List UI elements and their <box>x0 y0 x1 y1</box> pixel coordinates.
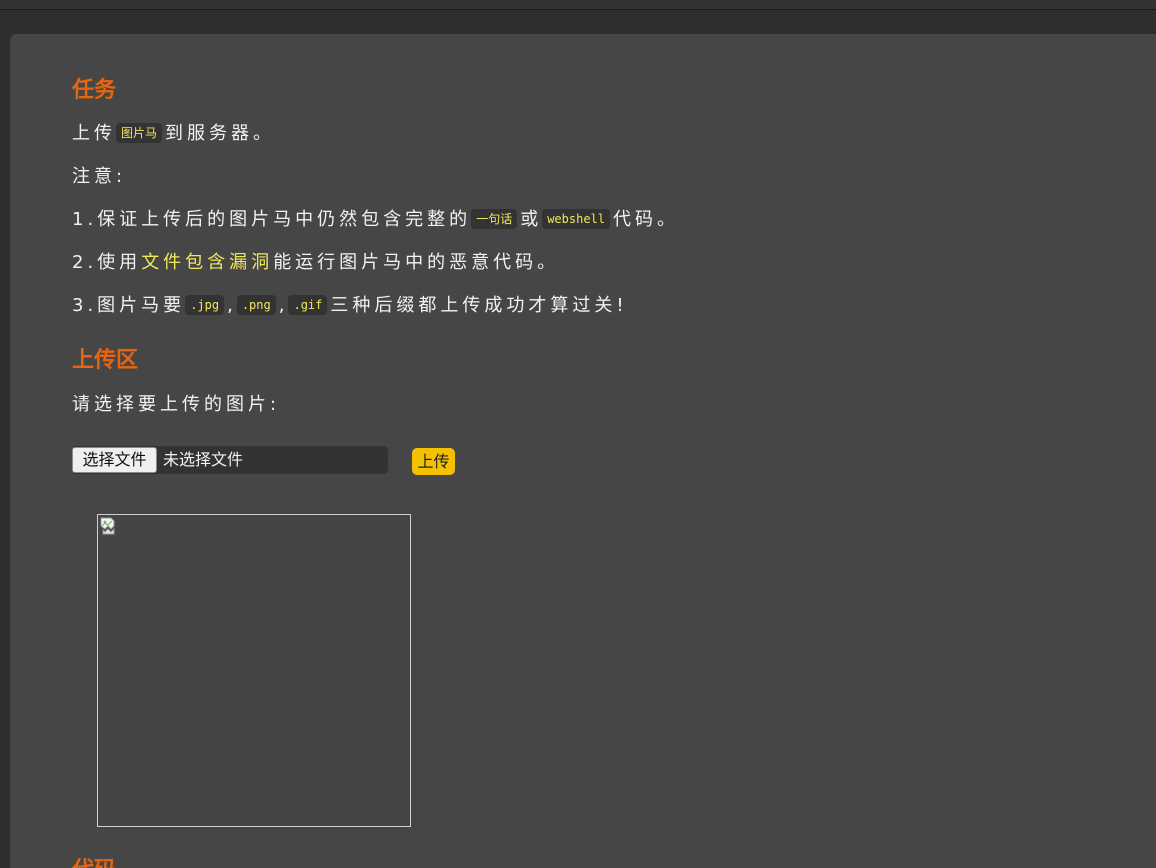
broken-image-icon <box>100 517 115 535</box>
task-line-1-after: 到服务器。 <box>165 123 276 144</box>
code-heading: 代码 <box>72 852 116 868</box>
upload-button[interactable]: 上传 <box>412 448 455 475</box>
code-tag-image-horse: 图片马 <box>116 123 163 143</box>
content-panel: 任务 上传 图片马 到服务器。 注意: 1.保证上传后的图片马中仍然包含完整的 一句话… <box>10 34 1156 868</box>
task-line-1-before: 上传 <box>72 123 116 144</box>
code-tag-jpg: .jpg <box>185 295 225 315</box>
task-item-1-after: 代码。 <box>613 209 679 230</box>
upload-prompt: 请选择要上传的图片: <box>72 394 281 415</box>
upload-heading: 上传区 <box>72 348 139 373</box>
task-item-1-before: 1.保证上传后的图片马中仍然包含完整的 <box>72 209 472 230</box>
task-item-2-before: 2.使用 <box>72 252 142 273</box>
code-tag-gif: .gif <box>288 295 328 315</box>
image-preview <box>97 514 411 827</box>
task-heading: 任务 <box>72 78 117 103</box>
task-item-3-before: 3.图片马要 <box>72 295 186 316</box>
task-item-1: 1.保证上传后的图片马中仍然包含完整的 一句话或 webshell 代码。 <box>72 208 679 232</box>
choose-file-button[interactable]: 选择文件 <box>72 447 157 473</box>
task-item-2-after: 能运行图片马中的恶意代码。 <box>273 252 560 273</box>
task-line-1: 上传 图片马 到服务器。 <box>72 122 275 146</box>
code-tag-png: .png <box>236 295 276 315</box>
task-item-3-after: 三种后缀都上传成功才算过关! <box>330 295 628 316</box>
code-tag-webshell: webshell <box>542 209 610 229</box>
browser-top-bar <box>0 0 1156 10</box>
task-item-3-sep-1: , <box>227 295 237 316</box>
task-item-2: 2.使用文件包含漏洞能运行图片马中的恶意代码。 <box>72 251 559 275</box>
note-label: 注意: <box>72 166 127 187</box>
task-item-1-mid: 或 <box>520 209 543 230</box>
file-inclusion-highlight: 文件包含漏洞 <box>141 252 274 273</box>
file-input[interactable]: 选择文件 未选择文件 <box>72 446 388 474</box>
task-item-3: 3.图片马要 .jpg, .png, .gif 三种后缀都上传成功才算过关! <box>72 294 628 318</box>
code-tag-one-liner: 一句话 <box>471 209 518 229</box>
task-item-3-sep-2: , <box>278 295 289 316</box>
no-file-selected-text: 未选择文件 <box>163 450 244 469</box>
